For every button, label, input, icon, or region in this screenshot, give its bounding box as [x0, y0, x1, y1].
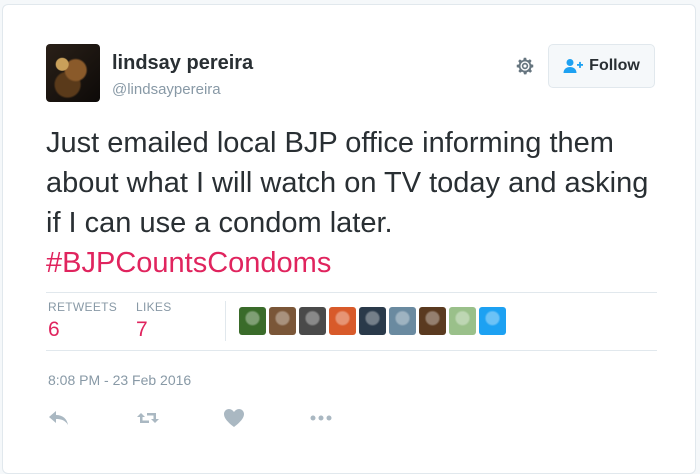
retweets-label: RETWEETS — [48, 300, 118, 314]
divider — [46, 350, 657, 351]
like-stat[interactable]: LIKES 7 — [136, 300, 172, 342]
avatar-6[interactable] — [389, 307, 416, 335]
avatar-4[interactable] — [329, 307, 356, 335]
avatar-3[interactable] — [299, 307, 326, 335]
avatar-2[interactable] — [269, 307, 296, 335]
retweet-icon[interactable] — [136, 407, 160, 429]
display-name[interactable]: lindsay pereira — [112, 52, 253, 75]
retweet-stat[interactable]: RETWEETS 6 — [48, 300, 117, 342]
stat-divider — [225, 301, 226, 341]
avatar-1[interactable] — [239, 307, 266, 335]
reply-icon[interactable] — [47, 407, 71, 429]
follow-button[interactable]: Follow — [548, 44, 655, 88]
likes-count: 7 — [136, 318, 148, 341]
likers-list — [239, 307, 506, 335]
avatar-5[interactable] — [359, 307, 386, 335]
avatar-8[interactable] — [449, 307, 476, 335]
hashtag-link[interactable]: #BJPCountsCondoms — [46, 243, 666, 283]
tweet-card: lindsay pereira @lindsaypereira Follow J… — [2, 4, 696, 474]
add-user-icon — [563, 59, 584, 73]
follow-label: Follow — [589, 57, 640, 74]
gear-icon[interactable] — [514, 55, 536, 77]
tweet-text: Just emailed local BJP office informing … — [46, 123, 666, 283]
avatar-9[interactable] — [479, 307, 506, 335]
profile-avatar[interactable] — [46, 44, 100, 102]
more-icon[interactable] — [309, 407, 333, 429]
divider — [46, 292, 657, 293]
tweet-timestamp[interactable]: 8:08 PM - 23 Feb 2016 — [48, 372, 191, 388]
tweet-body: Just emailed local BJP office informing … — [46, 127, 649, 239]
user-handle[interactable]: @lindsaypereira — [112, 81, 221, 98]
like-icon[interactable] — [222, 407, 246, 429]
likes-label: LIKES — [136, 300, 172, 314]
retweets-count: 6 — [48, 318, 60, 341]
avatar-7[interactable] — [419, 307, 446, 335]
